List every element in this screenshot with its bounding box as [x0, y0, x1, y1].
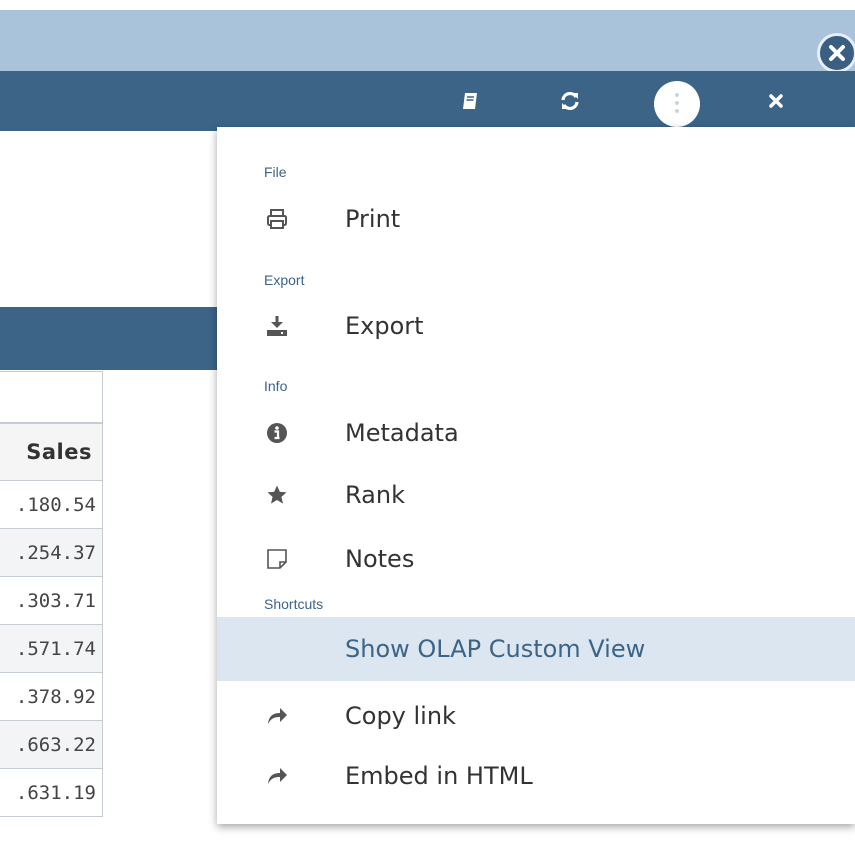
menu-item-export[interactable]: Export: [217, 297, 855, 355]
share-icon: [265, 764, 289, 788]
close-icon[interactable]: [756, 71, 796, 131]
menu-item-olap-custom-view[interactable]: Show OLAP Custom View: [217, 617, 855, 681]
group-label-shortcuts: Shortcuts: [264, 596, 324, 612]
window-titlebar: [0, 10, 855, 73]
options-menu: File Print Export Export Info Metadata R…: [217, 127, 855, 824]
menu-item-rank[interactable]: Rank: [217, 466, 855, 524]
group-label-export: Export: [264, 272, 305, 288]
menu-item-label: Metadata: [345, 419, 459, 447]
table-cell: .663.22: [0, 721, 103, 769]
menu-item-metadata[interactable]: Metadata: [217, 404, 855, 462]
info-icon: [265, 421, 289, 445]
table-cell: .378.92: [0, 673, 103, 721]
menu-item-label: Embed in HTML: [345, 762, 533, 790]
star-icon: [265, 483, 289, 507]
menu-item-label: Notes: [345, 545, 415, 573]
note-icon: [265, 547, 289, 571]
table-cell: .180.54: [0, 481, 103, 529]
toolbar: [0, 71, 855, 131]
menu-item-label: Show OLAP Custom View: [345, 635, 646, 663]
menu-item-label: Rank: [345, 481, 405, 509]
menu-item-label: Export: [345, 312, 424, 340]
menu-item-label: Print: [345, 205, 401, 233]
table-cell: .631.19: [0, 769, 103, 817]
group-label-info: Info: [264, 378, 288, 394]
column-header-empty: [0, 371, 103, 423]
share-icon: [265, 704, 289, 728]
book-icon[interactable]: [450, 71, 490, 131]
close-circle-icon[interactable]: [817, 33, 855, 73]
menu-item-embed-html[interactable]: Embed in HTML: [217, 747, 855, 805]
menu-item-notes[interactable]: Notes: [217, 530, 855, 588]
group-label-file: File: [264, 164, 287, 180]
menu-item-print[interactable]: Print: [217, 190, 855, 248]
table-cell: .303.71: [0, 577, 103, 625]
table-cell: .571.74: [0, 625, 103, 673]
menu-item-label: Copy link: [345, 702, 456, 730]
column-header-sales: Sales: [0, 423, 103, 481]
more-vertical-icon[interactable]: [654, 81, 700, 127]
download-icon: [265, 314, 289, 338]
print-icon: [265, 207, 289, 231]
refresh-icon[interactable]: [550, 71, 590, 131]
table-cell: .254.37: [0, 529, 103, 577]
menu-item-copy-link[interactable]: Copy link: [217, 687, 855, 745]
